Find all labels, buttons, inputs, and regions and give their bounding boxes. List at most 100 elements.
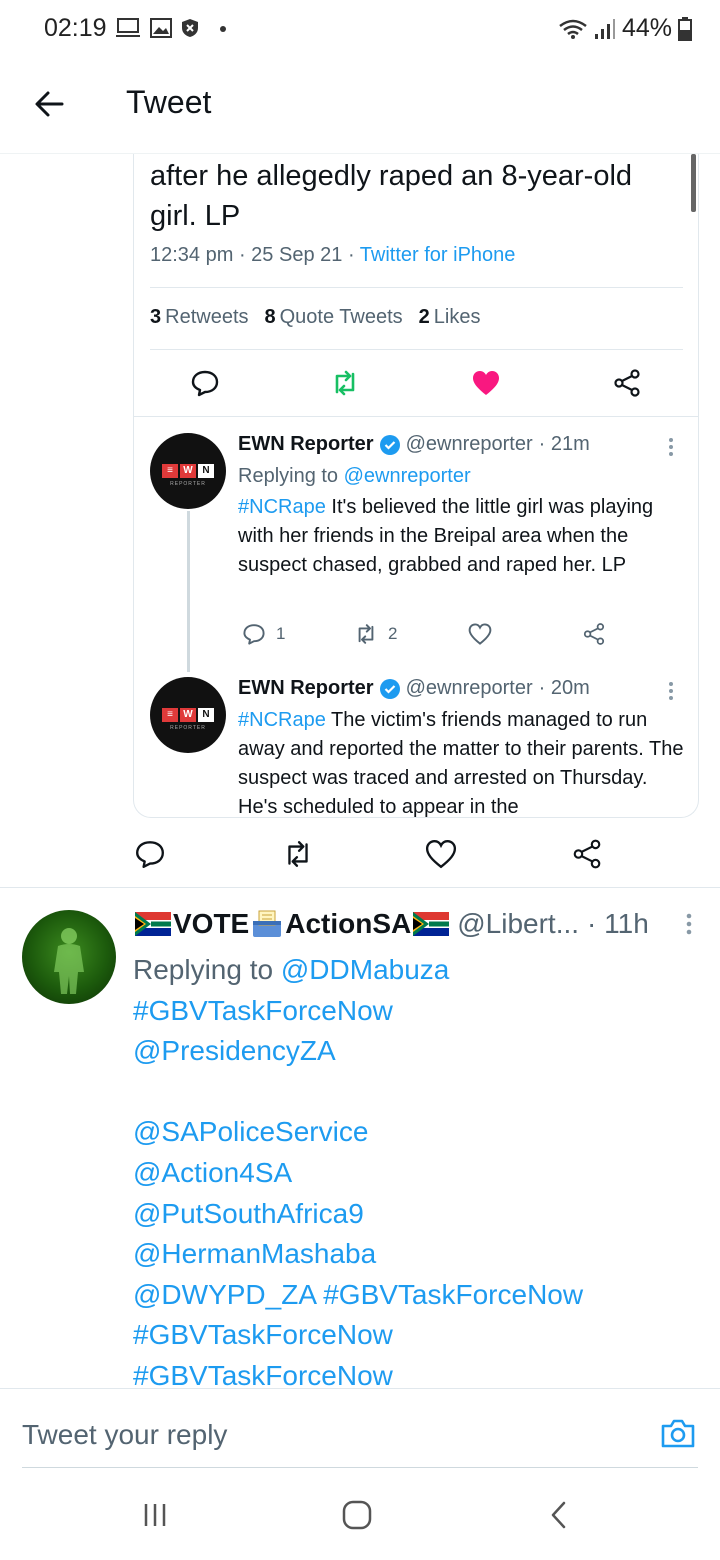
replying-to: Replying to @DDMabuza [133, 950, 703, 991]
like-icon-filled[interactable] [471, 368, 501, 398]
tweet-source-link[interactable]: Twitter for iPhone [360, 244, 516, 266]
reply-icon[interactable] [190, 368, 220, 398]
status-right: 44% [558, 14, 692, 43]
display-name[interactable]: EWN Reporter [238, 677, 374, 700]
status-bar: 02:19 44% [0, 0, 720, 58]
tweet-time: 12:34 pm [150, 244, 234, 266]
ballot-box-icon [253, 910, 282, 937]
handle[interactable]: @ewnreporter [406, 433, 533, 456]
reply-text: #NCRape The victim's friends managed to … [238, 706, 688, 817]
camera-icon[interactable] [660, 1415, 696, 1451]
soldier-silhouette [54, 928, 84, 994]
dot-icon [220, 26, 226, 32]
screen-icon [116, 18, 140, 37]
divider [0, 887, 720, 888]
body-line[interactable]: @PresidencyZA [133, 1031, 703, 1072]
home-icon[interactable] [340, 1498, 374, 1532]
display-name-part2[interactable]: ActionSA [285, 908, 411, 940]
reply-header: EWN Reporter @ewnreporter · 20m [238, 677, 590, 700]
scrollbar[interactable] [691, 154, 696, 212]
retweets-stat[interactable]: 3 Retweets [150, 306, 249, 329]
reply-count: 1 [276, 624, 286, 643]
meta-separator: · [347, 244, 360, 266]
hashtag-link[interactable]: #NCRape [238, 709, 326, 731]
recent-apps-icon[interactable] [138, 1498, 172, 1532]
page-title: Tweet [126, 84, 212, 120]
display-name[interactable]: EWN Reporter [238, 433, 374, 456]
likes-stat[interactable]: 2 Likes [419, 306, 481, 329]
ewn-logo-sub: REPORTER [170, 481, 206, 487]
wifi-icon [559, 19, 587, 39]
replying-prefix: Replying to [238, 465, 339, 487]
like-icon[interactable] [468, 622, 492, 646]
ewn-logo-sub: REPORTER [170, 725, 206, 731]
tweet-body: Replying to @DDMabuza #GBVTaskForceNow @… [133, 950, 703, 1397]
south-africa-flag-icon [135, 912, 171, 936]
reply-tweet[interactable]: ≡ W N REPORTER EWN Reporter @ewnreporter ·… [134, 417, 698, 672]
replying-to-link[interactable]: @DDMabuza [281, 954, 449, 985]
verified-badge-icon [379, 678, 400, 699]
tweet-meta: 12:34 pm · 25 Sep 21 · Twitter for iPhon… [150, 244, 515, 267]
body-line[interactable]: @DWYPD_ZA #GBVTaskForceNow [133, 1275, 703, 1316]
focused-tweet-text: after he allegedly raped an 8-year-old g… [150, 160, 633, 232]
body-line[interactable]: @HermanMashaba [133, 1234, 703, 1275]
hashtag-link[interactable]: #NCRape [238, 496, 326, 518]
share-icon[interactable] [571, 838, 603, 870]
timestamp: · 21m [538, 433, 590, 455]
like-icon[interactable] [425, 838, 457, 870]
body-line[interactable]: #GBVTaskForceNow [133, 1315, 703, 1356]
retweet-icon[interactable] [282, 838, 314, 870]
shield-icon [182, 19, 198, 37]
reply-header: EWN Reporter @ewnreporter · 21m [238, 433, 590, 456]
display-name-part1[interactable]: VOTE [173, 908, 249, 940]
back-nav-icon[interactable] [542, 1498, 576, 1532]
app-header: Tweet [0, 58, 720, 154]
tweet-date: 25 Sep 21 [251, 244, 343, 266]
quote-tweets-stat[interactable]: 8 Quote Tweets [265, 306, 403, 329]
thread-line [187, 511, 190, 672]
battery-icon [678, 16, 692, 41]
body-line[interactable]: @Action4SA [133, 1153, 703, 1194]
system-nav-bar [0, 1468, 720, 1560]
status-time: 02:19 [44, 14, 107, 42]
more-options-icon[interactable] [686, 912, 692, 936]
replying-to: Replying to @ewnreporter [238, 462, 688, 491]
retweet-icon[interactable] [330, 368, 360, 398]
more-options-icon[interactable] [668, 437, 674, 457]
reply-action-retweet[interactable]: 2 [354, 622, 397, 646]
timestamp: · 20m [538, 677, 590, 699]
reply-composer[interactable]: Tweet your reply [0, 1388, 720, 1468]
south-africa-flag-icon [413, 912, 450, 936]
avatar[interactable]: ≡ W N REPORTER [150, 433, 226, 509]
more-options-icon[interactable] [668, 681, 674, 701]
conversation-card[interactable]: after he allegedly raped an 8-year-old g… [133, 154, 699, 818]
battery-percent: 44% [621, 14, 672, 42]
avatar[interactable] [22, 910, 116, 1004]
replying-to-link[interactable]: @ewnreporter [344, 465, 471, 487]
body-line[interactable]: @SAPoliceService [133, 1112, 703, 1153]
back-arrow-icon[interactable] [30, 84, 70, 124]
reply-icon[interactable] [134, 838, 166, 870]
body-line-blank [133, 1072, 703, 1113]
reply-input[interactable]: Tweet your reply [22, 1419, 227, 1451]
tweet-header: VOTE ActionSA @Libert... · 11h [133, 908, 649, 940]
avatar[interactable]: ≡ W N REPORTER [150, 677, 226, 753]
reply-text: #NCRape It's believed the little girl wa… [238, 493, 688, 580]
body-line[interactable]: #GBVTaskForceNow [133, 991, 703, 1032]
reply-icon [243, 624, 265, 645]
ewn-logo: ≡ W N [162, 708, 214, 722]
divider [150, 349, 683, 350]
share-icon[interactable] [612, 368, 642, 398]
gallery-icon [150, 18, 172, 38]
signal-icon [594, 18, 615, 39]
share-icon[interactable] [582, 622, 606, 646]
handle[interactable]: @Libert... [457, 908, 579, 940]
timestamp: · 11h [587, 908, 649, 939]
replying-prefix: Replying to [133, 954, 274, 985]
handle[interactable]: @ewnreporter [406, 677, 533, 700]
tweet-stats: 3 Retweets 8 Quote Tweets 2 Likes [150, 306, 481, 329]
body-line[interactable]: @PutSouthAfrica9 [133, 1194, 703, 1235]
retweet-icon [358, 624, 374, 644]
reply-action-reply[interactable]: 1 [242, 622, 285, 646]
reply-tweet[interactable]: ≡ W N REPORTER EWN Reporter @ewnreporter ·… [134, 672, 698, 817]
